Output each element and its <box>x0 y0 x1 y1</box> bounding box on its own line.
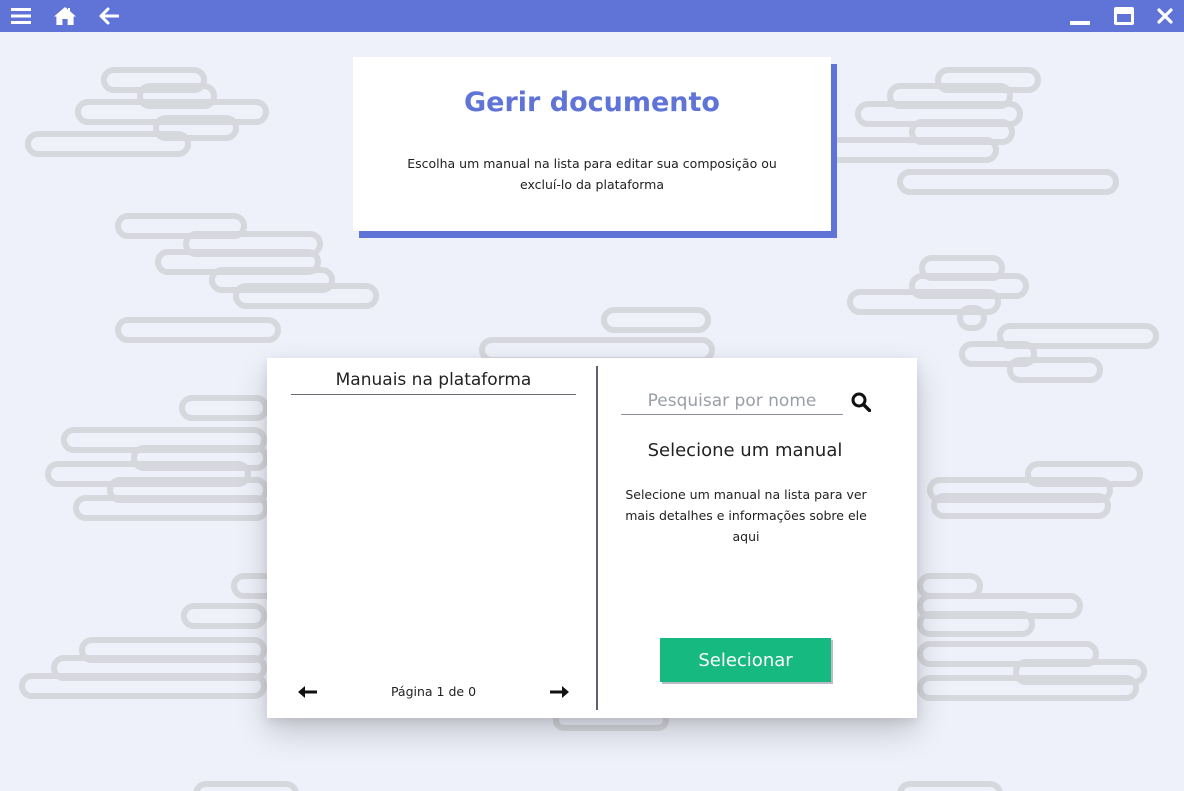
search-icon <box>851 392 871 412</box>
arrow-left-icon <box>298 686 317 698</box>
search-input[interactable] <box>621 388 843 415</box>
list-title: Manuais na plataforma <box>291 370 576 395</box>
home-icon[interactable] <box>49 0 81 32</box>
minimize-icon[interactable] <box>1064 0 1096 32</box>
details-title: Selecione um manual <box>647 440 843 461</box>
prev-page-button[interactable] <box>291 682 325 702</box>
maximize-icon[interactable] <box>1108 0 1140 32</box>
close-icon[interactable] <box>1149 0 1181 32</box>
search-button[interactable] <box>847 388 875 416</box>
menu-icon[interactable] <box>5 0 37 32</box>
details-description: Selecione um manual na lista para ver ma… <box>625 487 867 544</box>
pagination: Página 1 de 0 <box>291 680 576 704</box>
page-indicator: Página 1 de 0 <box>390 684 477 699</box>
back-arrow-icon[interactable] <box>93 0 125 32</box>
manual-list[interactable] <box>291 400 576 670</box>
page-description: Escolha um manual na lista para editar s… <box>407 156 777 192</box>
title-bar <box>0 0 1184 32</box>
panel-divider <box>596 366 598 710</box>
manual-selection-panel: Manuais na plataforma Página 1 de 0 Sele… <box>267 358 917 718</box>
select-button[interactable]: Selecionar <box>660 638 831 682</box>
next-page-button[interactable] <box>542 682 576 702</box>
page-title: Gerir documento <box>464 87 720 118</box>
arrow-right-icon <box>550 686 569 698</box>
header-card: Gerir documento Escolha um manual na lis… <box>353 57 831 231</box>
